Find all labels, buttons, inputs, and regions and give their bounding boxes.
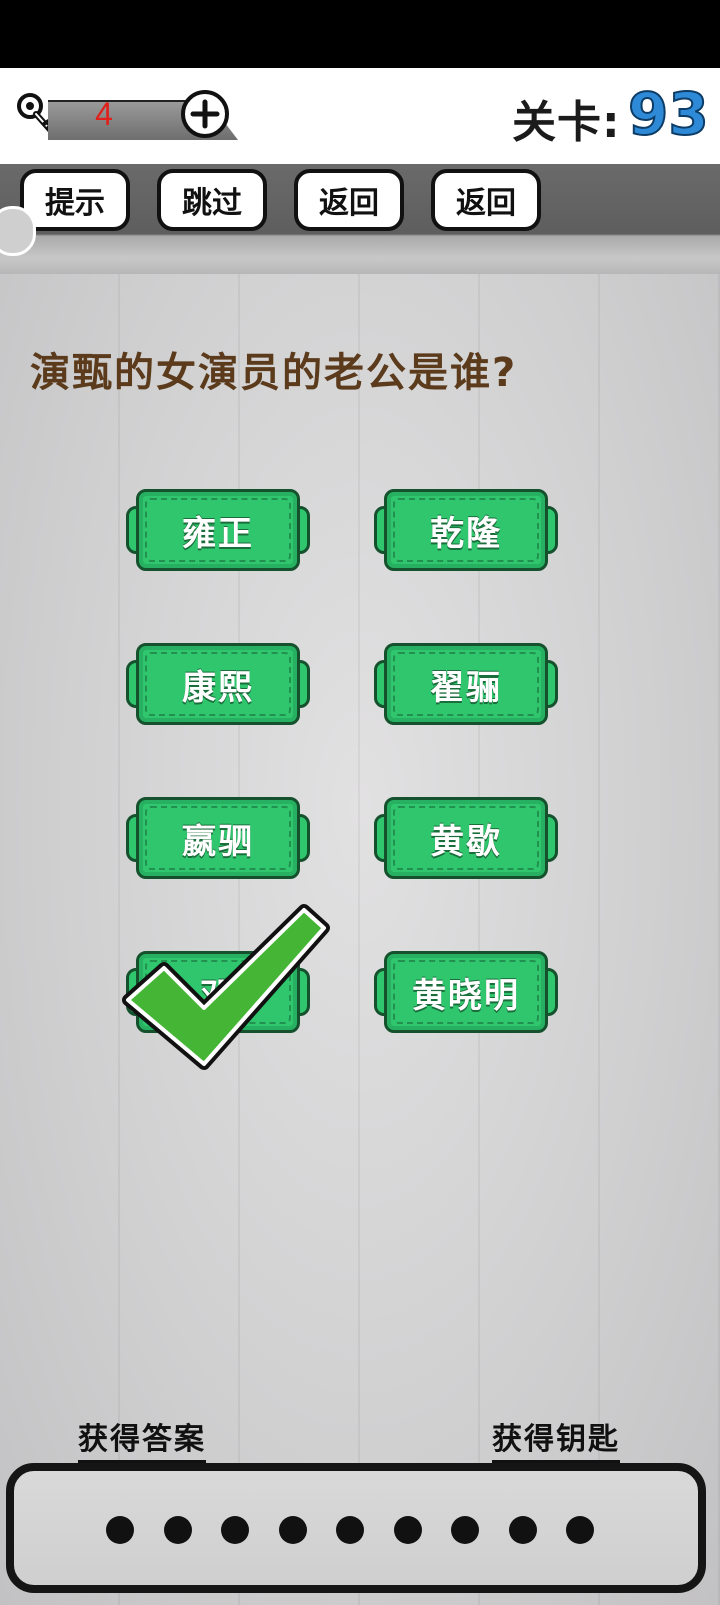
option-button[interactable]: 黄歇 [374,797,558,879]
get-key-link[interactable]: 获得钥匙 [492,1414,620,1463]
level-label: 关卡: [512,97,621,148]
option-button[interactable]: 嬴驷 [126,797,310,879]
game-board [0,274,720,1605]
option-label: 嬴驷 [182,821,254,862]
answer-slot-dot [106,1516,134,1544]
option-button[interactable]: 康熙 [126,643,310,725]
option-label: 黄歇 [430,821,502,862]
skip-button[interactable]: 跳过 [157,169,267,231]
answer-slot-dot [336,1516,364,1544]
key-count: 4 [95,96,113,132]
checkmark-icon [122,904,330,1070]
key-counter: 4 [14,80,244,150]
answer-slot-dot [566,1516,594,1544]
status-bar [0,0,720,68]
answer-slot-dot [278,1516,307,1544]
add-keys-button[interactable] [179,88,231,140]
answer-slot-dot [508,1516,537,1544]
level-number: 93 [627,79,710,149]
back-button[interactable]: 返回 [294,169,404,231]
answer-slot-dot [163,1516,192,1544]
answer-slots [106,1516,606,1546]
option-button[interactable]: 翟骊 [374,643,558,725]
option-label: 乾隆 [430,513,502,554]
answer-slot-dot [451,1516,479,1544]
option-button[interactable]: 雍正 [126,489,310,571]
get-answer-link[interactable]: 获得答案 [78,1414,206,1463]
return-button[interactable]: 返回 [431,169,541,231]
option-button[interactable]: 黄晓明 [374,951,558,1033]
answer-slot-dot [221,1516,249,1544]
hint-button[interactable]: 提示 [20,169,130,231]
option-label: 翟骊 [430,667,502,708]
option-button[interactable]: 乾隆 [374,489,558,571]
option-label: 雍正 [182,513,254,554]
option-label: 康熙 [182,667,254,708]
question-text: 演甄的女演员的老公是谁? [30,350,518,396]
answer-slot-dot [393,1516,422,1544]
toolbar: 提示 跳过 返回 返回 [0,164,720,274]
option-label: 黄晓明 [412,975,520,1016]
